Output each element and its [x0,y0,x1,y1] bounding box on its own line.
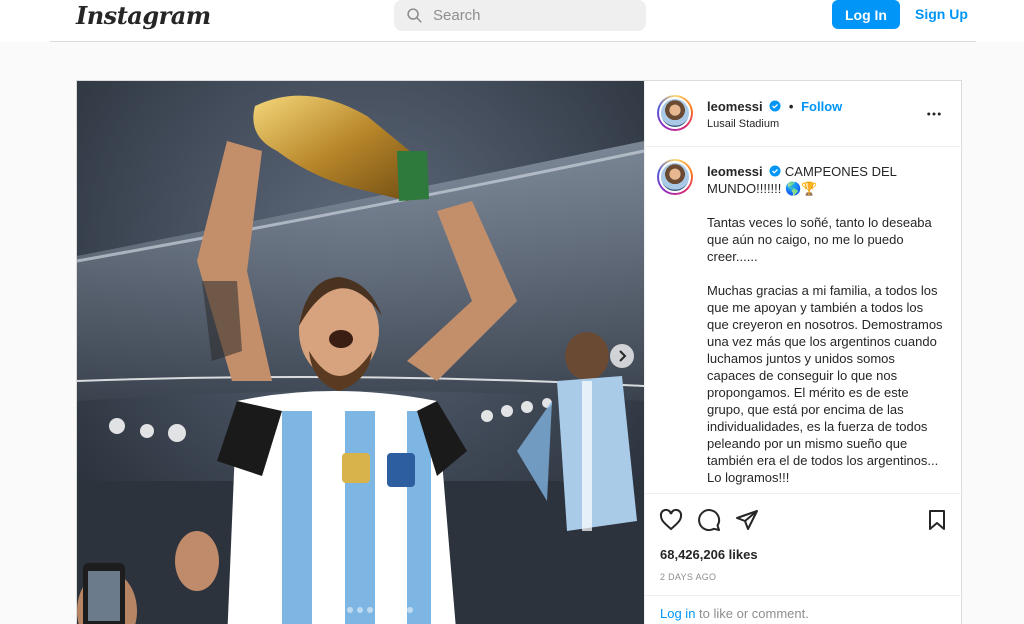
heart-icon[interactable] [659,508,683,532]
carousel-dot [357,607,363,613]
avatar[interactable] [657,159,693,195]
login-prompt: Log in to like or comment. [645,595,963,624]
nav-divider [50,41,976,42]
caption-text: leomessi CAMPEONES DEL MUNDO!!!!!!! 🌎🏆 T… [707,163,943,493]
likes-count[interactable]: 68,426,206 likes [660,547,758,562]
comment-icon[interactable] [697,508,721,532]
avatar[interactable] [657,95,693,131]
caption-paragraph: Muchas gracias a mi familia, a todos los… [707,283,943,485]
carousel-dots [317,607,413,613]
follow-button[interactable]: Follow [801,99,842,114]
share-icon[interactable] [735,508,759,532]
post-card: leomessi • Follow Lusail Stadium leomess… [76,80,963,624]
login-prompt-suffix: to like or comment. [695,606,809,621]
next-photo-button[interactable] [610,344,634,368]
top-navigation-bar: Instagram Search Log In Sign Up [0,0,1024,42]
carousel-dot [407,607,413,613]
post-sidebar: leomessi • Follow Lusail Stadium leomess… [644,81,963,624]
carousel-dot [317,607,323,613]
carousel-dot [377,607,383,613]
verified-badge-icon [769,165,781,177]
post-actions: 68,426,206 likes 2 DAYS AGO Log in to li… [645,493,963,624]
bookmark-icon[interactable] [925,508,949,532]
post-photo[interactable] [77,81,644,624]
post-image [77,81,644,624]
signup-link[interactable]: Sign Up [915,6,968,22]
post-date[interactable]: 2 DAYS AGO [660,572,716,582]
login-button[interactable]: Log In [832,0,900,29]
carousel-dot [347,607,353,613]
login-link[interactable]: Log in [660,606,695,621]
verified-badge-icon [769,100,781,112]
search-placeholder: Search [433,7,481,24]
carousel-dot [337,607,343,613]
caption-paragraph: Tantas veces lo soñé, tanto lo deseaba q… [707,215,932,264]
caption-area: leomessi CAMPEONES DEL MUNDO!!!!!!! 🌎🏆 T… [645,147,963,493]
carousel-dot [327,607,333,613]
chevron-right-icon [619,350,627,362]
search-icon [407,8,422,23]
username-link[interactable]: leomessi [707,99,763,114]
search-input[interactable]: Search [394,0,646,31]
instagram-logo[interactable]: Instagram [76,1,211,30]
location-link[interactable]: Lusail Stadium [707,118,779,130]
carousel-dot [397,607,403,613]
separator-dot: • [788,99,794,114]
carousel-dot [367,607,373,613]
caption-username[interactable]: leomessi [707,164,763,179]
more-options-icon[interactable] [925,105,943,123]
carousel-dot [387,607,393,613]
post-header: leomessi • Follow Lusail Stadium [645,81,963,147]
